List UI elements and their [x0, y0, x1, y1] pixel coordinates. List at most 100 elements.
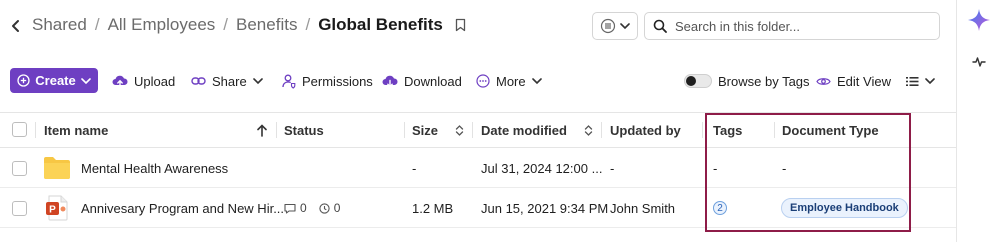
edit-view-button[interactable]: Edit View	[816, 70, 891, 92]
item-updated-by: -	[610, 160, 615, 176]
permissions-button[interactable]: Permissions	[282, 70, 373, 92]
search-icon	[653, 19, 667, 33]
comment-icon	[284, 203, 296, 214]
column-item-name-label: Item name	[44, 122, 109, 138]
more-label: More	[496, 73, 526, 89]
plus-circle-icon	[17, 74, 30, 87]
sort-updown-icon	[584, 124, 593, 136]
share-button[interactable]: Share	[191, 70, 263, 92]
right-sidebar	[956, 0, 999, 242]
sort-ascending-button[interactable]	[256, 113, 268, 147]
column-document-type-label: Document Type	[782, 122, 879, 138]
item-tags: -	[713, 160, 718, 176]
search-box	[644, 12, 940, 40]
activity-icon	[971, 57, 986, 67]
sort-size-icon-wrap[interactable]	[455, 113, 464, 147]
row-checkbox[interactable]	[12, 161, 27, 176]
breadcrumb-item-all-employees[interactable]: All Employees	[108, 15, 216, 35]
header: Shared / All Employees / Benefits / Glob…	[0, 8, 956, 44]
comments-indicator[interactable]: 0	[284, 201, 307, 215]
column-size-label: Size	[412, 122, 439, 138]
view-filter-dropdown[interactable]	[592, 12, 638, 40]
item-status: 0 0	[284, 188, 352, 228]
create-button[interactable]: Create	[10, 68, 98, 93]
chevron-down-icon	[925, 78, 935, 85]
search-input[interactable]	[675, 18, 925, 34]
cloud-download-icon	[382, 75, 398, 88]
browse-by-tags-toggle[interactable]: Browse by Tags	[684, 70, 810, 92]
toolbar: Create Upload Share Permissions Download…	[10, 68, 950, 94]
breadcrumb-item-benefits[interactable]: Benefits	[236, 15, 297, 35]
column-document-type[interactable]: Document Type	[782, 113, 879, 147]
breadcrumb-separator: /	[305, 15, 311, 34]
document-type-badge[interactable]: Employee Handbook	[781, 198, 908, 218]
column-date-modified[interactable]: Date modified	[481, 113, 567, 147]
chevron-down-icon	[531, 78, 542, 85]
table-row[interactable]: P Annivesary Program and New Hir... 0 0 …	[0, 188, 956, 228]
upload-button[interactable]: Upload	[112, 70, 175, 92]
tag-count-badge[interactable]: 2	[713, 201, 727, 215]
breadcrumb-separator: /	[94, 15, 100, 34]
chevron-down-icon	[620, 23, 630, 30]
main-area: Shared / All Employees / Benefits / Glob…	[0, 0, 956, 242]
view-layout-dropdown[interactable]	[906, 70, 935, 92]
sparkle-icon	[967, 9, 990, 31]
upload-label: Upload	[134, 73, 176, 89]
download-label: Download	[404, 73, 462, 89]
breadcrumb-item-shared[interactable]: Shared	[32, 15, 87, 35]
create-label: Create	[35, 73, 76, 88]
user-shield-icon	[282, 74, 296, 89]
item-date-modified: Jul 31, 2024 12:00 ...	[481, 160, 603, 176]
breadcrumb: Shared / All Employees / Benefits / Glob…	[32, 15, 466, 35]
tasks-count: 0	[333, 201, 341, 215]
sort-updown-icon	[455, 124, 464, 136]
column-tags-label: Tags	[713, 122, 743, 138]
powerpoint-file-icon: P	[45, 188, 69, 228]
app-root: Shared / All Employees / Benefits / Glob…	[0, 0, 999, 242]
list-filter-icon	[600, 18, 616, 34]
ai-assistant-button[interactable]	[957, 8, 999, 32]
activity-button[interactable]	[957, 56, 999, 68]
item-name[interactable]: Mental Health Awareness	[81, 148, 228, 188]
item-date-modified: Jun 15, 2021 9:34 PM	[481, 200, 609, 216]
column-size[interactable]: Size	[412, 113, 438, 147]
table-header: Item name Status Size Date modified Upda…	[0, 112, 956, 148]
column-item-name[interactable]: Item name	[44, 113, 108, 147]
chevron-down-icon	[80, 77, 91, 84]
permissions-label: Permissions	[302, 73, 373, 89]
column-tags[interactable]: Tags	[713, 113, 742, 147]
folder-icon	[43, 148, 71, 188]
browse-by-tags-label: Browse by Tags	[718, 73, 810, 89]
item-updated-by: John Smith	[610, 200, 676, 216]
page-title: Global Benefits	[318, 15, 443, 34]
bookmark-icon	[455, 18, 466, 32]
tasks-indicator[interactable]: 0	[319, 201, 341, 215]
cloud-upload-icon	[112, 75, 128, 88]
item-size: -	[412, 160, 417, 176]
chevron-down-icon	[252, 78, 263, 85]
share-label: Share	[212, 73, 247, 89]
item-tags[interactable]: 2	[713, 188, 727, 228]
download-button[interactable]: Download	[382, 70, 462, 92]
column-status[interactable]: Status	[284, 113, 324, 147]
table-row[interactable]: Mental Health Awareness - Jul 31, 2024 1…	[0, 148, 956, 188]
svg-text:P: P	[49, 205, 56, 216]
column-updated-by-label: Updated by	[610, 122, 681, 138]
select-all-checkbox[interactable]	[12, 122, 27, 137]
column-date-modified-label: Date modified	[481, 122, 567, 138]
column-updated-by[interactable]: Updated by	[610, 113, 681, 147]
row-checkbox[interactable]	[12, 201, 27, 216]
sort-date-icon-wrap[interactable]	[584, 113, 593, 147]
item-document-type: Employee Handbook	[781, 188, 908, 228]
comments-count: 0	[300, 201, 307, 215]
bookmark-button[interactable]	[455, 18, 466, 32]
link-icon	[191, 77, 206, 85]
list-view-icon	[906, 76, 919, 86]
item-document-type: -	[782, 160, 787, 176]
toggle-switch[interactable]	[684, 74, 712, 88]
eye-icon	[816, 77, 831, 85]
back-button[interactable]	[8, 14, 24, 38]
more-button[interactable]: More	[476, 70, 542, 92]
item-size: 1.2 MB	[412, 200, 454, 216]
item-name[interactable]: Annivesary Program and New Hir...	[81, 188, 284, 228]
